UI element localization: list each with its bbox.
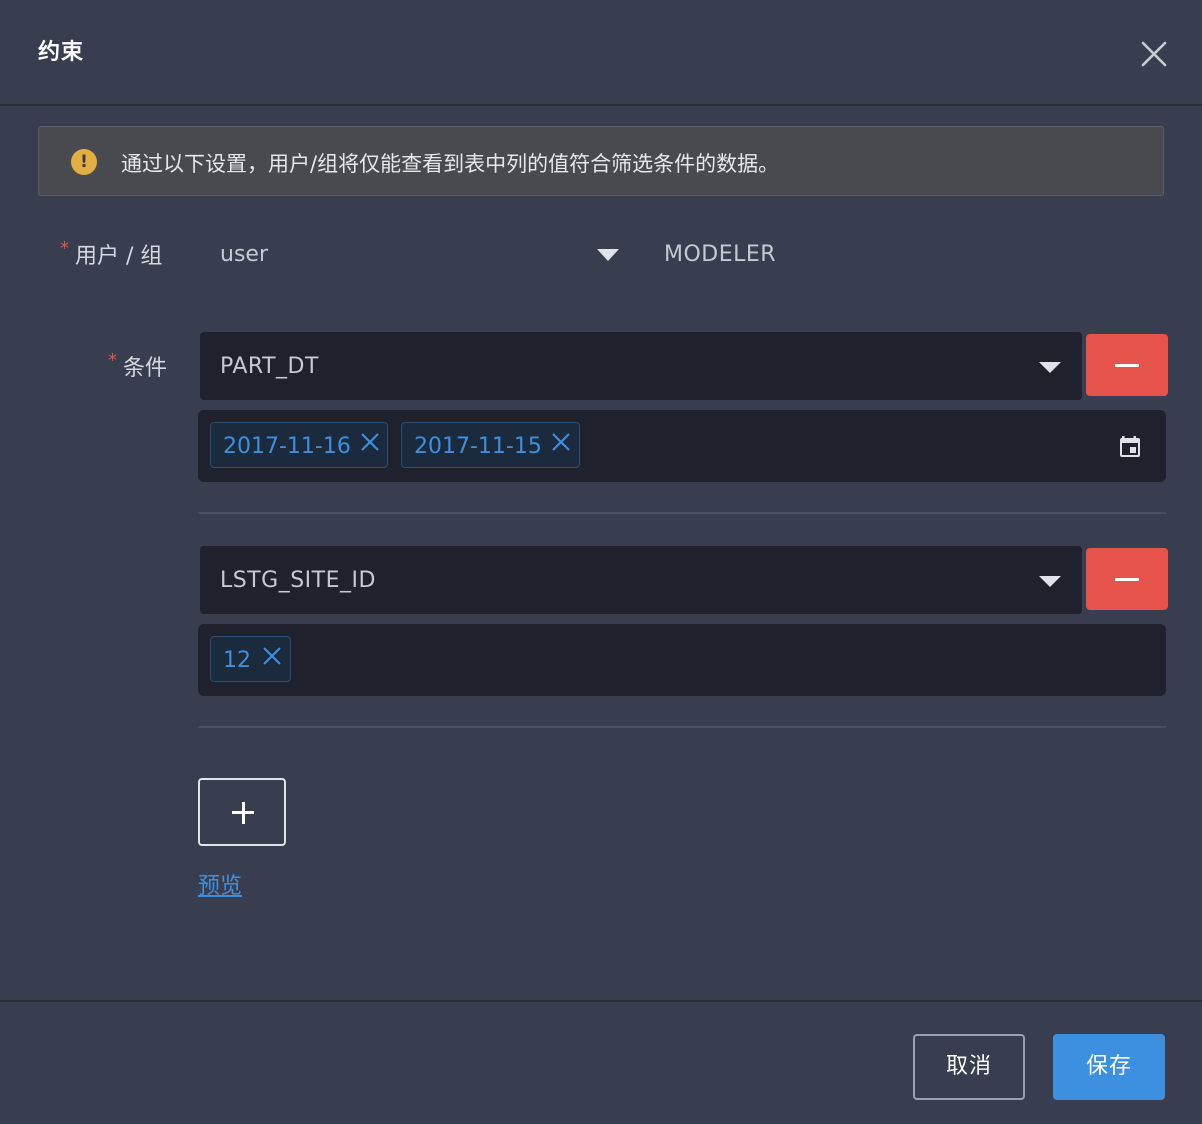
dialog-title: 约束 bbox=[38, 40, 85, 65]
dialog-footer: 取消 保存 bbox=[0, 1000, 1202, 1124]
value-tag: 2017-11-15 bbox=[401, 422, 580, 468]
close-button[interactable] bbox=[1138, 38, 1170, 70]
cancel-button[interactable]: 取消 bbox=[913, 1034, 1025, 1100]
condition-column-select[interactable]: LSTG_SITE_ID bbox=[200, 546, 1082, 614]
warning-icon: ! bbox=[71, 149, 97, 175]
condition-values-input[interactable]: 2017-11-16 2017-11-15 bbox=[198, 410, 1166, 482]
user-group-label-text: 用户 / 组 bbox=[75, 244, 163, 269]
condition-column-value: LSTG_SITE_ID bbox=[220, 568, 376, 593]
user-type-select[interactable]: user bbox=[200, 226, 630, 286]
condition-divider bbox=[198, 512, 1166, 514]
plus-icon-vertical bbox=[241, 801, 245, 824]
tag-close-icon[interactable] bbox=[551, 432, 571, 452]
required-mark: * bbox=[60, 238, 69, 259]
condition-values-input[interactable]: 12 bbox=[198, 624, 1166, 696]
caret-down-icon bbox=[1039, 576, 1061, 587]
value-tag-text: 12 bbox=[223, 648, 251, 673]
value-tag: 12 bbox=[210, 636, 291, 682]
user-type-value: user bbox=[220, 242, 268, 267]
condition-column-value: PART_DT bbox=[220, 354, 319, 379]
tag-close-icon[interactable] bbox=[262, 646, 282, 666]
save-button[interactable]: 保存 bbox=[1053, 1034, 1165, 1100]
remove-condition-button[interactable] bbox=[1086, 334, 1168, 396]
minus-icon bbox=[1115, 364, 1139, 367]
tag-close-icon[interactable] bbox=[360, 432, 380, 452]
user-name-value[interactable]: MODELER bbox=[664, 242, 776, 267]
dialog-header: 约束 bbox=[0, 0, 1202, 106]
value-tag-text: 2017-11-15 bbox=[414, 434, 542, 459]
conditions-label: * 条件 bbox=[108, 350, 167, 382]
value-tag-text: 2017-11-16 bbox=[223, 434, 351, 459]
preview-link[interactable]: 预览 bbox=[198, 868, 242, 900]
close-icon bbox=[1141, 41, 1167, 67]
calendar-icon[interactable] bbox=[1118, 434, 1142, 458]
required-mark: * bbox=[108, 350, 117, 371]
condition-column-select[interactable]: PART_DT bbox=[200, 332, 1082, 400]
conditions-label-text: 条件 bbox=[123, 356, 168, 381]
add-condition-button[interactable] bbox=[198, 778, 286, 846]
constraint-dialog: 约束 ! 通过以下设置，用户/组将仅能查看到表中列的值符合筛选条件的数据。 * 用… bbox=[0, 0, 1202, 1122]
info-alert: ! 通过以下设置，用户/组将仅能查看到表中列的值符合筛选条件的数据。 bbox=[38, 126, 1164, 196]
alert-text: 通过以下设置，用户/组将仅能查看到表中列的值符合筛选条件的数据。 bbox=[121, 152, 780, 176]
remove-condition-button[interactable] bbox=[1086, 548, 1168, 610]
user-group-label: * 用户 / 组 bbox=[60, 238, 162, 270]
value-tag: 2017-11-16 bbox=[210, 422, 388, 468]
minus-icon bbox=[1115, 578, 1139, 581]
caret-down-icon bbox=[597, 249, 619, 261]
caret-down-icon bbox=[1039, 362, 1061, 373]
condition-divider bbox=[198, 726, 1166, 728]
